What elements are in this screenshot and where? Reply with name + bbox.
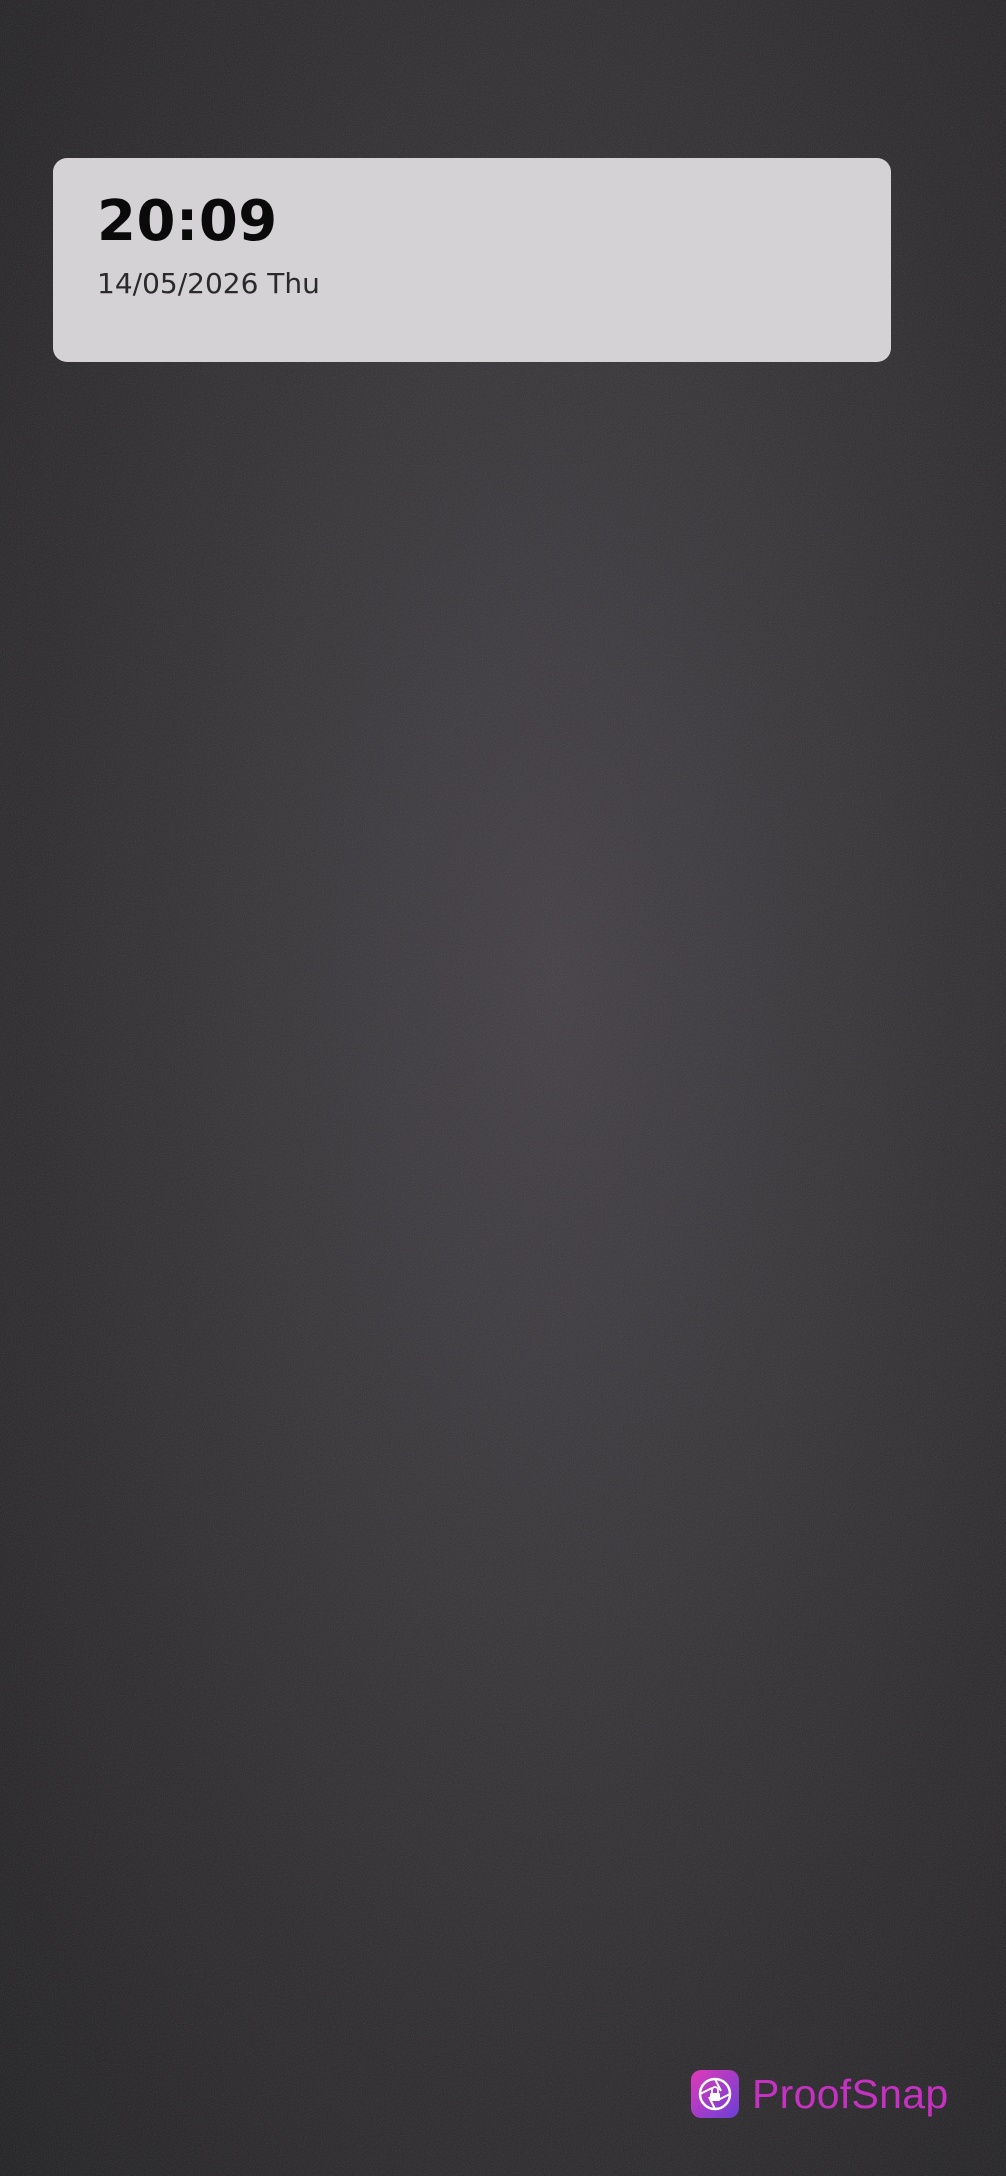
proofsnap-watermark: ProofSnap [690, 2069, 948, 2119]
brand-name: ProofSnap [752, 2070, 949, 2117]
time-label: 20:09 [97, 189, 278, 254]
timestamp-card: 20:09 14/05/2026 Thu [53, 158, 891, 362]
date-label: 14/05/2026 Thu [97, 267, 320, 300]
camera-shutter-lock-icon [691, 2070, 739, 2118]
